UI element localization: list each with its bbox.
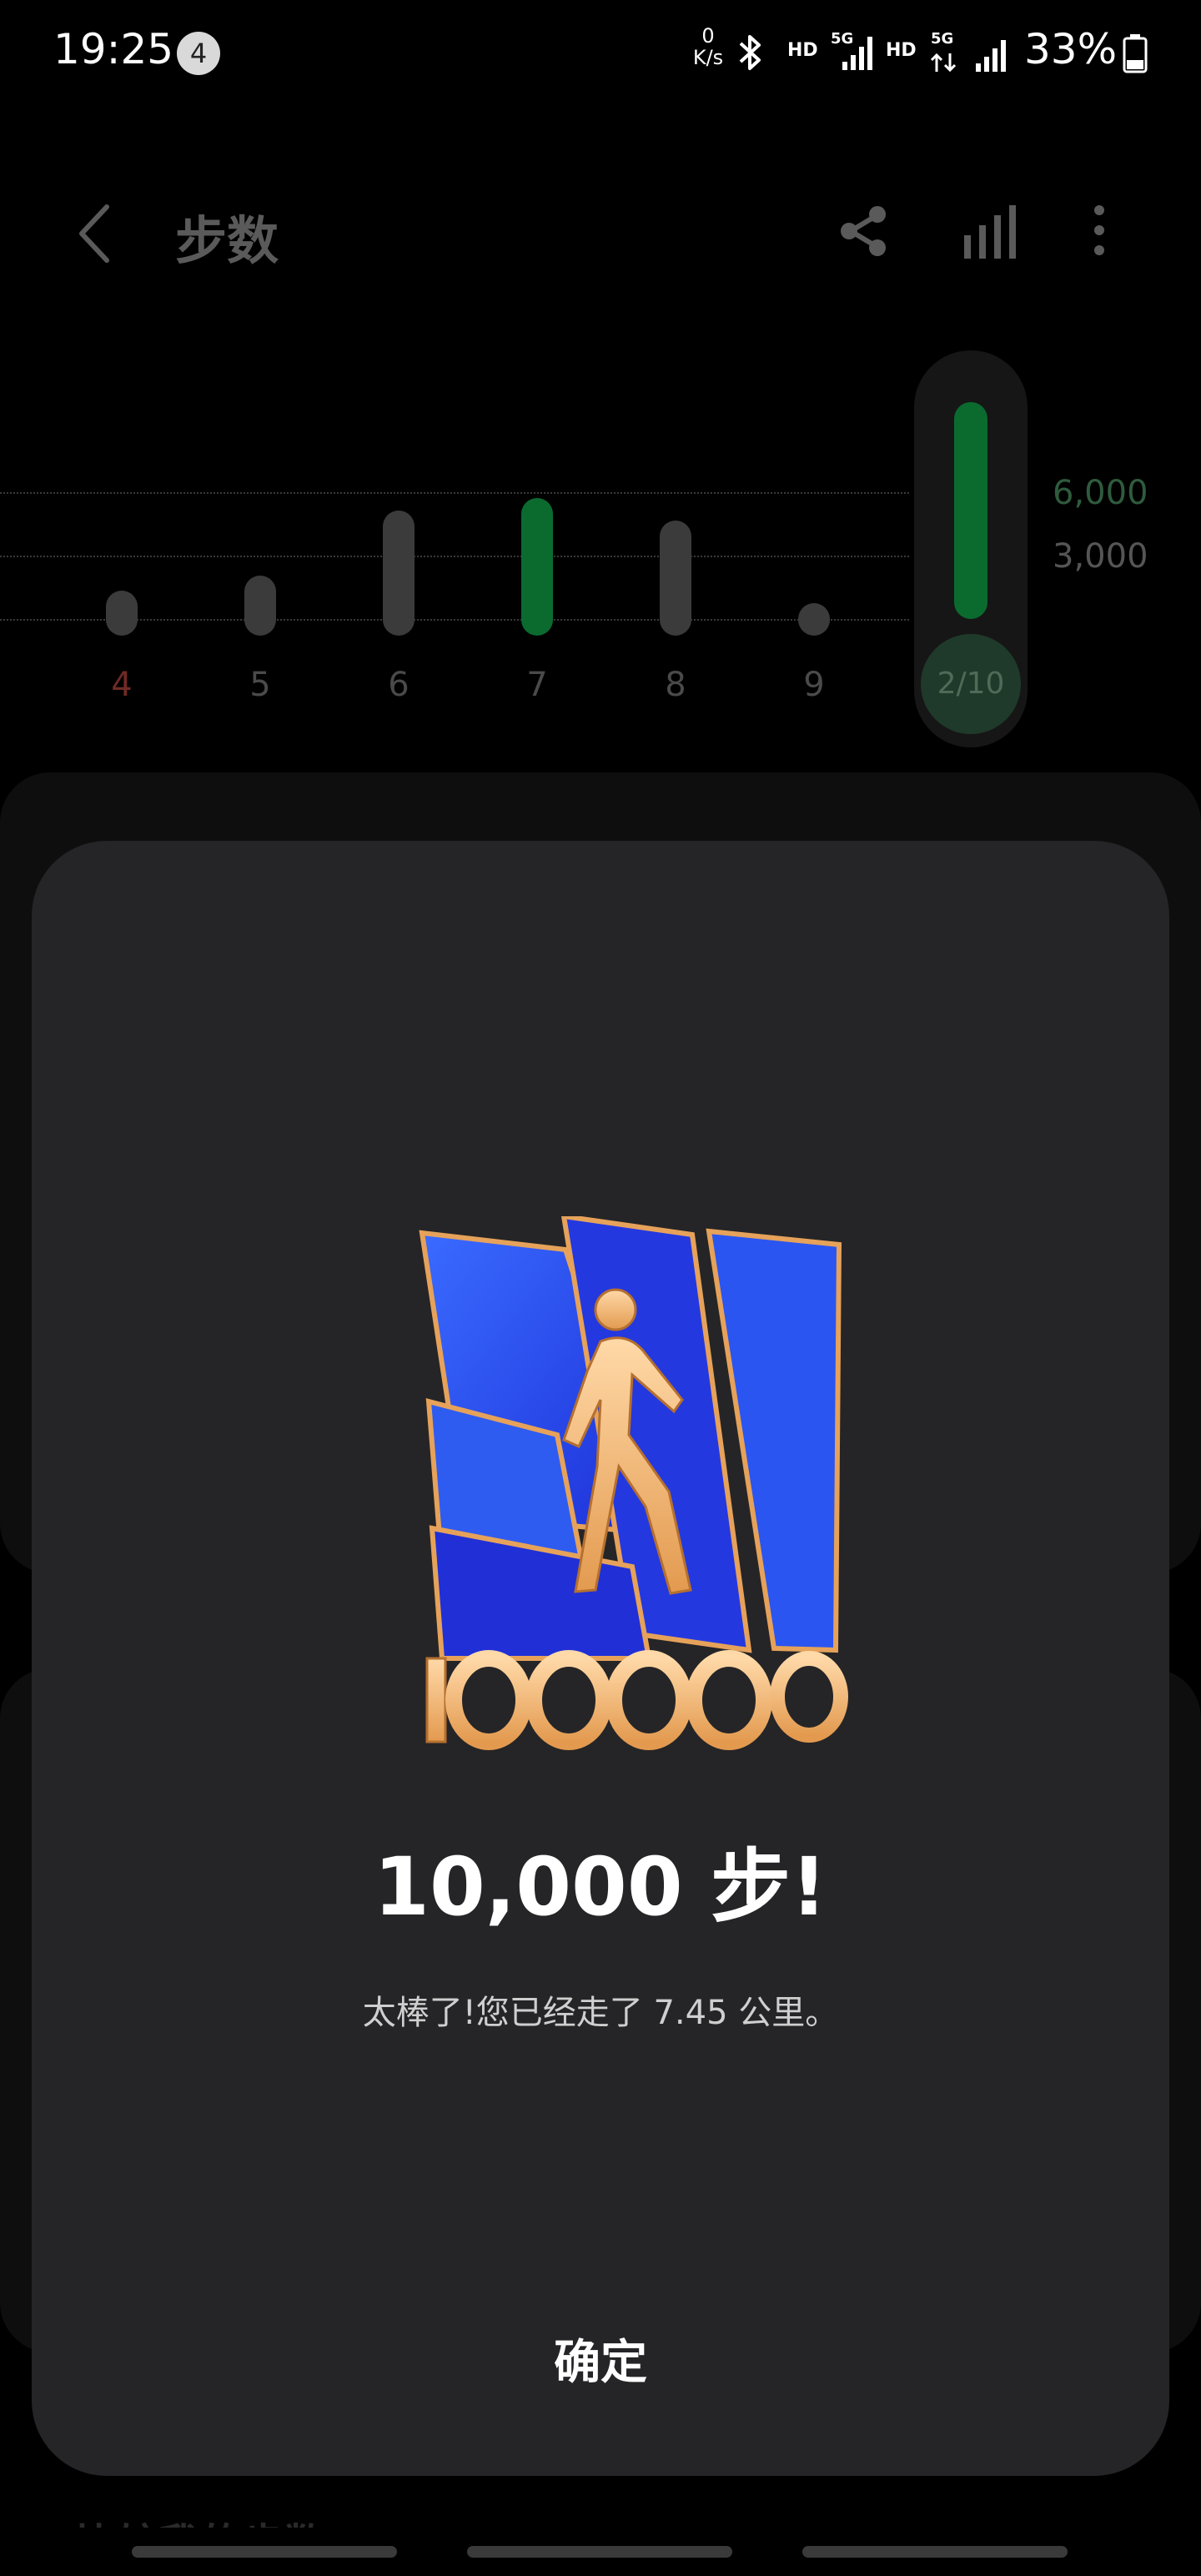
- chart-bar-day-9[interactable]: [798, 603, 830, 636]
- network-speed-unit: K/s: [692, 46, 724, 69]
- battery-icon: [1123, 34, 1148, 73]
- confirm-button[interactable]: 确定: [475, 2317, 726, 2409]
- nav-back-button[interactable]: [802, 2546, 1068, 2558]
- chart-day-label-9: 9: [803, 666, 825, 704]
- bar-chart-icon[interactable]: [959, 202, 1018, 260]
- y-tick-6000: 6,000: [1053, 474, 1148, 512]
- chart-day-label-5: 5: [249, 666, 271, 704]
- chart-day-label-8: 8: [665, 666, 686, 704]
- status-time: 19:25: [53, 25, 174, 73]
- network-speed: 0 K/s: [689, 25, 727, 68]
- chart-bar-day-5[interactable]: [244, 576, 276, 636]
- current-day-label[interactable]: 2/10: [921, 634, 1021, 734]
- network-speed-value: 0: [701, 24, 715, 48]
- more-vert-icon[interactable]: [1076, 202, 1123, 260]
- page-title: 步数: [175, 210, 279, 271]
- nav-home-button[interactable]: [467, 2546, 732, 2558]
- steps-chart: 3 4 5 6 7 8 9 2/10 6,000 3,000: [0, 350, 1201, 767]
- signal-icon-1: [842, 37, 872, 70]
- achievement-dialog: 10,000 步! 太棒了!您已经走了 7.45 公里。 确定: [32, 841, 1169, 2476]
- chart-bar-day-8[interactable]: [660, 521, 691, 636]
- badge-number-10000: [425, 1650, 848, 1750]
- achievement-badge: [419, 1216, 848, 1750]
- share-icon[interactable]: [834, 202, 892, 260]
- chart-day-label-4: 4: [111, 666, 133, 704]
- chart-bar-day-4[interactable]: [106, 591, 138, 636]
- nav-recents-button[interactable]: [132, 2546, 397, 2558]
- hd-label-2: HD: [886, 40, 917, 61]
- hd-label-1: HD: [787, 40, 818, 61]
- gridline-6000: [0, 492, 909, 494]
- navigation-bar: [0, 2528, 1201, 2576]
- back-icon[interactable]: [70, 200, 120, 267]
- dialog-title: 10,000 步!: [374, 1840, 827, 1934]
- chart-day-label-3: 3: [0, 666, 17, 704]
- current-day-bar: [954, 402, 987, 619]
- chart-day-label-7: 7: [526, 666, 548, 704]
- battery-percent: 33%: [1024, 25, 1118, 73]
- notification-count-badge: 4: [177, 32, 220, 75]
- dialog-message: 太棒了!您已经走了 7.45 公里。: [362, 1994, 839, 2032]
- bluetooth-icon: [739, 35, 761, 70]
- y-tick-3000: 3,000: [1053, 537, 1148, 576]
- chart-bar-day-7[interactable]: [521, 498, 553, 636]
- gridline-3000: [0, 556, 909, 557]
- data-arrows-icon: [930, 53, 957, 73]
- status-bar: 19:25 4 0 K/s HD 5G HD 5G 33%: [0, 0, 1201, 103]
- chart-day-label-6: 6: [388, 666, 410, 704]
- chart-bar-day-6[interactable]: [383, 511, 415, 636]
- sim2-network-label: 5G: [931, 30, 954, 48]
- signal-icon-2: [976, 40, 1006, 72]
